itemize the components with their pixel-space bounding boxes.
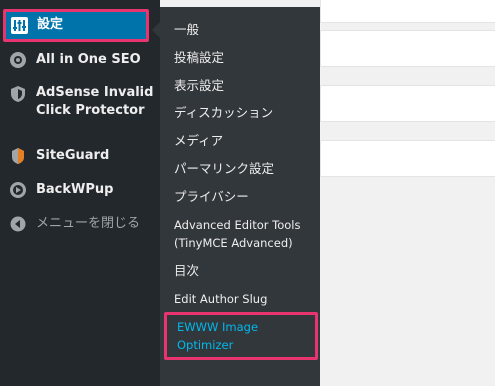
collapse-menu-label: メニューを閉じる: [36, 216, 141, 231]
submenu-item-media[interactable]: メディア: [174, 132, 223, 150]
submenu-item-discussion[interactable]: ディスカッション: [174, 104, 273, 122]
advanced-editor-line1: Advanced Editor Tools: [174, 218, 301, 232]
content-panel: [320, 85, 495, 122]
sidebar-item-label: BackWPup: [36, 182, 114, 197]
submenu-item-edit-author-slug[interactable]: Edit Author Slug: [174, 290, 267, 308]
submenu-item-writing[interactable]: 投稿設定: [174, 49, 224, 67]
collapse-menu-button[interactable]: メニューを閉じる: [0, 215, 160, 235]
admin-sidebar: 設定 All in One SEO AdSense Invalid Click …: [0, 0, 160, 386]
ewww-label: EWWW Image Optimizer: [177, 320, 259, 352]
submenu-item-ewww-image-optimizer[interactable]: EWWW Image Optimizer: [164, 312, 318, 360]
submenu-item-advanced-editor-tools[interactable]: Advanced Editor Tools (TinyMCE Advanced): [174, 216, 300, 252]
gear-circle-icon: [9, 51, 27, 69]
content-panel: [320, 0, 495, 23]
sidebar-item-adsense-invalid-click-protector[interactable]: AdSense Invalid Click Protector: [0, 84, 160, 124]
settings-label: 設定: [37, 17, 64, 32]
collapse-arrow-icon: [9, 215, 27, 233]
submenu-arrow: [152, 22, 160, 38]
sidebar-item-label: SiteGuard: [36, 148, 110, 163]
settings-menu-item[interactable]: 設定: [3, 9, 149, 42]
sidebar-item-all-in-one-seo[interactable]: All in One SEO: [0, 51, 160, 71]
submenu-item-general[interactable]: 一般: [174, 21, 199, 39]
content-panel: [320, 30, 495, 67]
content-panel: [320, 140, 495, 177]
submenu-item-toc[interactable]: 目次: [174, 262, 199, 280]
submenu-item-privacy[interactable]: プライバシー: [174, 188, 249, 206]
settings-icon: [11, 17, 28, 34]
sidebar-item-siteguard[interactable]: SiteGuard: [0, 147, 160, 167]
backwpup-icon: [9, 181, 27, 199]
sidebar-item-label: All in One SEO: [36, 52, 141, 67]
submenu-item-reading[interactable]: 表示設定: [174, 77, 224, 95]
advanced-editor-line2: (TinyMCE Advanced): [174, 236, 293, 250]
submenu-item-permalink[interactable]: パーマリンク設定: [174, 160, 274, 178]
settings-submenu: 一般 投稿設定 表示設定 ディスカッション メディア パーマリンク設定 プライバ…: [160, 7, 320, 386]
siteguard-icon: [9, 147, 27, 165]
sidebar-item-label: AdSense Invalid Click Protector: [36, 85, 154, 118]
sidebar-item-backwpup[interactable]: BackWPup: [0, 181, 160, 201]
shield-icon: [9, 85, 27, 103]
